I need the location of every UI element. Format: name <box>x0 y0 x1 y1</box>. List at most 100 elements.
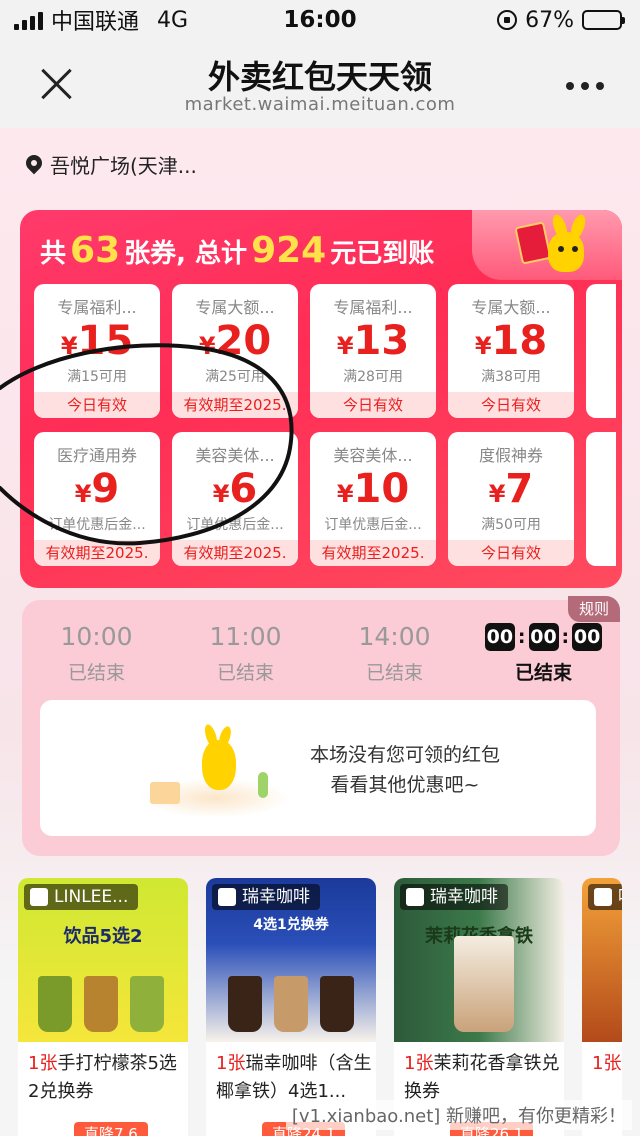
currency-symbol: ¥ <box>60 332 78 360</box>
coupon-validity: 今日有效 <box>34 392 160 418</box>
coupon-amount: ¥20 <box>172 318 298 364</box>
coupon-name: 专属福利... <box>57 298 137 317</box>
coupon-validity: 有效期至2025. <box>34 540 160 566</box>
coupon-validity: 今日有效 <box>310 392 436 418</box>
brand-logo-icon <box>594 888 612 906</box>
coupon-amount: ¥18 <box>448 318 574 364</box>
coupon-card-partial[interactable] <box>586 284 616 418</box>
location-pin-icon <box>26 155 42 175</box>
coupon-amount: ¥7 <box>448 466 574 512</box>
product-card[interactable]: 瑞幸咖啡 4选1兑换券 1张瑞幸咖啡（含生椰拿铁）4选1... 直降24.1 <box>206 878 376 1136</box>
watermark: [v1.xianbao.net] 新赚吧，有你更精彩！ <box>285 1100 632 1130</box>
coupon-count: 63 <box>70 230 121 271</box>
session-status: 已结束 <box>67 662 125 684</box>
coupon-card-partial[interactable] <box>586 432 616 566</box>
image-caption: 饮品5选2 <box>63 926 143 947</box>
coupon-total: 924 <box>251 230 327 271</box>
empty-state-card: 本场没有您可领的红包 看看其他优惠吧~ <box>40 700 596 836</box>
product-title: 1张纟火锅 <box>592 1050 622 1106</box>
currency-symbol: ¥ <box>74 480 92 508</box>
network-type: 4G <box>157 7 189 33</box>
coupon-card[interactable]: 专属福利... ¥15 满15可用 今日有效 <box>34 284 160 418</box>
coupon-name: 医疗通用券 <box>56 446 137 465</box>
coupon-condition: 满15可用 <box>67 369 127 385</box>
drink-cup <box>130 976 164 1032</box>
battery-percent: 67% <box>525 7 574 33</box>
coupon-card[interactable]: 专属福利... ¥13 满28可用今日有效 <box>310 284 436 418</box>
brand-tag: 瑞幸咖啡 <box>212 884 320 910</box>
product-image: 呷清爽 <box>582 878 622 1042</box>
coupon-value: 10 <box>353 466 410 512</box>
session-tab-active[interactable]: 00 : 00 : 00 已结束 <box>469 620 618 685</box>
coupon-condition: 满28可用 <box>343 369 403 385</box>
coupon-value: 18 <box>491 318 548 364</box>
location-selector[interactable]: 吾悦广场(天津... <box>26 150 197 179</box>
brand-name: 呷 <box>618 887 622 907</box>
coupon-name: 专属大额... <box>195 298 275 317</box>
drink-cup <box>38 976 72 1032</box>
coupon-validity: 有效期至2025. <box>310 540 436 566</box>
currency-symbol: ¥ <box>474 332 492 360</box>
coupon-amount: ¥15 <box>34 318 160 364</box>
countdown-seconds: 00 <box>572 623 603 651</box>
coupon-row-2: 医疗通用券 ¥9 订单优惠后金... 有效期至2025. 美容美体... ¥6 订单优惠后金… <box>34 432 616 566</box>
coupon-value: 15 <box>77 318 134 364</box>
coupon-validity: 今日有效 <box>448 392 574 418</box>
coupon-row-1: 专属福利... ¥15 满15可用 今日有效 专属大额... ¥20 满25可用 有效期至20… <box>34 284 616 418</box>
coupon-card[interactable]: 美容美体... ¥6 订单优惠后金... 有效期至2025. <box>172 432 298 566</box>
coupon-name: 美容美体... <box>195 446 275 465</box>
location-label: 吾悦广场(天津... <box>50 154 197 178</box>
price-drop-badge: 直降7.6 <box>74 1122 148 1136</box>
empty-line-1: 本场没有您可领的红包 <box>310 744 501 766</box>
session-tab[interactable]: 14:00 已结束 <box>320 620 469 685</box>
currency-symbol: ¥ <box>488 480 506 508</box>
coupon-amount: ¥13 <box>310 318 436 364</box>
session-tab[interactable]: 11:00 已结束 <box>171 620 320 685</box>
page-content: 吾悦广场(天津... 共 63 张券, 总计 924 元已到账 专属福利... ¥… <box>0 128 640 1136</box>
coupon-value: 9 <box>91 466 120 512</box>
session-status: 已结束 <box>514 662 572 684</box>
coupon-validity: 有效期至2025. <box>172 540 298 566</box>
battery-icon <box>582 10 625 30</box>
coupon-value: 20 <box>215 318 272 364</box>
coupon-quantity: 1张 <box>404 1053 434 1074</box>
coupon-card[interactable]: 医疗通用券 ¥9 订单优惠后金... 有效期至2025. <box>34 432 160 566</box>
drink-cup <box>84 976 118 1032</box>
product-title: 1张手打柠檬茶5选2兑换券 <box>28 1050 188 1106</box>
summary-mid: 张券, 总计 <box>124 239 248 269</box>
product-card[interactable]: 呷清爽 1张纟火锅 <box>582 878 622 1136</box>
brand-name: 瑞幸咖啡 <box>242 887 310 907</box>
product-card[interactable]: LINLEE... 饮品5选2 1张手打柠檬茶5选2兑换券 直降7.6 <box>18 878 188 1136</box>
empty-kangaroo-illustration <box>140 722 290 822</box>
rotation-lock-icon <box>497 10 518 30</box>
coupon-condition: 订单优惠后金... <box>186 517 284 533</box>
countdown-minutes: 00 <box>528 623 559 651</box>
nav-bar: 外卖红包天天领 market.waimai.meituan.com <box>0 40 640 128</box>
product-title: 1张瑞幸咖啡（含生椰拿铁）4选1... <box>216 1050 376 1106</box>
coupon-card[interactable]: 专属大额... ¥18 满38可用 今日有效 <box>448 284 574 418</box>
coupon-value: 13 <box>353 318 410 364</box>
product-card[interactable]: 瑞幸咖啡茉莉花香拿铁1张茉莉花香拿铁兑换券直降26.1 <box>394 878 564 1136</box>
coupon-quantity: 1张 <box>28 1053 58 1074</box>
session-status: 已结束 <box>216 662 274 684</box>
brand-tag: 瑞幸咖啡 <box>400 884 508 910</box>
coupon-name: 专属大额... <box>471 298 551 317</box>
session-tabs: 10:00 已结束 11:00 已结束 14:00 已结束 00 : 00 : 00 已结… <box>22 620 620 685</box>
coupon-name: 度假神券 <box>478 446 543 465</box>
summary-prefix: 共 <box>40 239 67 269</box>
rules-button[interactable]: 规则 <box>568 596 620 622</box>
brand-logo-icon <box>218 888 236 906</box>
more-options-icon[interactable] <box>566 82 604 90</box>
coupon-card[interactable]: 专属大额... ¥20 满25可用 有效期至2025. <box>172 284 298 418</box>
carrier-label: 中国联通 <box>51 10 140 35</box>
coupon-name: 专属福利... <box>333 298 413 317</box>
currency-symbol: ¥ <box>198 332 216 360</box>
session-tab[interactable]: 10:00 已结束 <box>22 620 171 685</box>
coupon-card[interactable]: 美容美体... ¥10 订单优惠后金... 有效期至2025. <box>310 432 436 566</box>
brand-logo-icon <box>30 888 48 906</box>
coupon-card[interactable]: 度假神券 ¥7 满50可用 今日有效 <box>448 432 574 566</box>
coupon-amount: ¥10 <box>310 466 436 512</box>
product-title: 1张茉莉花香拿铁兑换券 <box>404 1050 564 1106</box>
image-caption: 清爽 <box>592 922 622 948</box>
product-image: 瑞幸咖啡茉莉花香拿铁 <box>394 878 564 1042</box>
